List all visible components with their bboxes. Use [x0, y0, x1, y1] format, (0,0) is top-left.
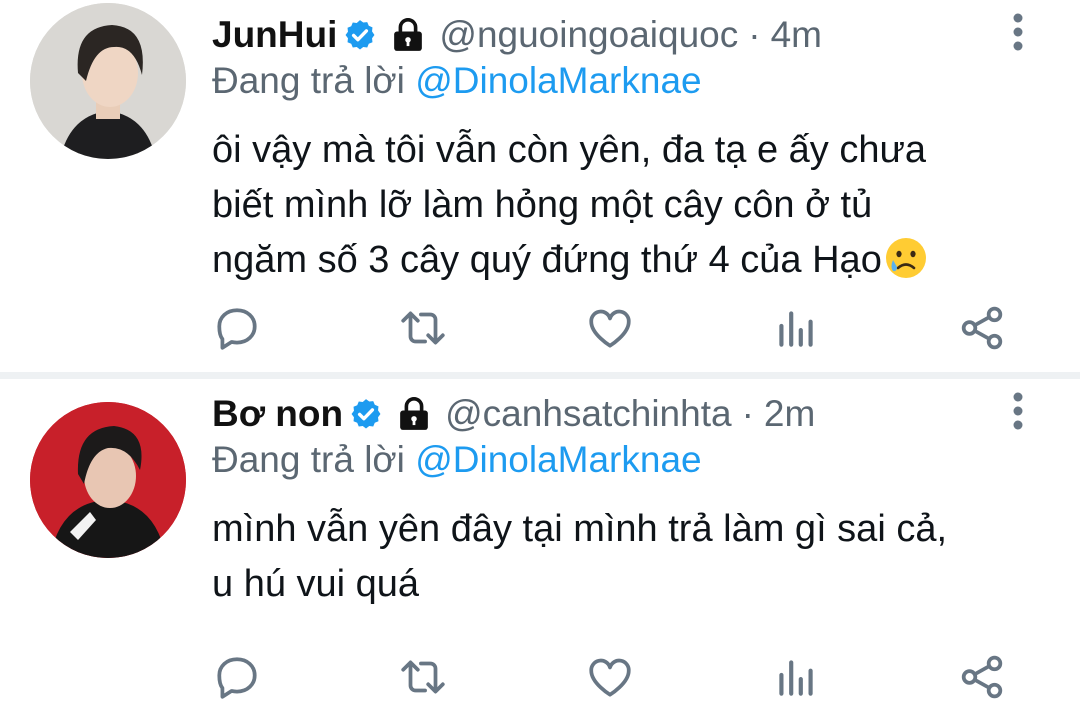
tweet-text: ôi vậy mà tôi vẫn còn yên, đa tạ e ấy ch…	[212, 123, 1032, 288]
share-button[interactable]	[957, 303, 1007, 353]
like-button[interactable]	[585, 652, 635, 702]
timestamp[interactable]: 4m	[771, 14, 822, 56]
like-button[interactable]	[585, 303, 635, 353]
stats-icon	[779, 660, 813, 696]
handle[interactable]: @canhsatchinhta	[445, 393, 731, 435]
reply-context: Đang trả lời @DinolaMarknae	[212, 60, 702, 102]
tweet-actions	[0, 303, 1080, 353]
tweet-actions	[0, 652, 1080, 702]
tweet-header: Bơ non @canhsatchinhta · 2m	[212, 389, 815, 439]
display-name[interactable]: JunHui	[212, 14, 337, 56]
retweet-button[interactable]	[398, 303, 448, 353]
tweet[interactable]: JunHui @nguoingoaiquoc · 4m Đang trả lời…	[0, 0, 1080, 372]
more-icon[interactable]	[1006, 391, 1030, 431]
like-icon	[589, 309, 631, 348]
reply-icon	[217, 657, 257, 699]
lock-icon	[394, 18, 423, 51]
tweet-text-line: ngăm số 3 cây quý đứng thứ 4 của Hạo	[212, 233, 1032, 288]
reply-icon	[217, 308, 257, 350]
avatar-image	[30, 3, 186, 159]
avatar[interactable]	[30, 402, 186, 558]
avatar[interactable]	[30, 3, 186, 159]
retweet-button[interactable]	[398, 652, 448, 702]
crying-face-emoji-icon	[885, 238, 926, 278]
tweet-header: JunHui @nguoingoaiquoc · 4m	[212, 10, 822, 60]
tweet[interactable]: Bơ non @canhsatchinhta · 2m Đang trả lời…	[0, 379, 1080, 708]
tweet-text-line: ôi vậy mà tôi vẫn còn yên, đa tạ e ấy ch…	[212, 129, 927, 171]
tweet-divider	[0, 372, 1080, 379]
timestamp[interactable]: 2m	[764, 393, 815, 435]
share-icon	[961, 655, 1003, 699]
reply-prefix: Đang trả lời	[212, 439, 416, 480]
tweet-text: mình vẫn yên đây tại mình trả làm gì sai…	[212, 502, 1032, 612]
analytics-button[interactable]	[771, 652, 821, 702]
stats-icon	[779, 311, 813, 347]
reply-button[interactable]	[212, 652, 262, 702]
tweet-text-line: u hú vui quá	[212, 563, 420, 605]
reply-mention[interactable]: @DinolaMarknae	[415, 439, 701, 480]
more-icon[interactable]	[1006, 12, 1030, 52]
separator: ·	[748, 14, 761, 55]
reply-context: Đang trả lời @DinolaMarknae	[212, 439, 702, 481]
lock-icon	[400, 397, 428, 430]
share-button[interactable]	[957, 652, 1007, 702]
tweet-text-line: biết mình lỡ làm hỏng một cây côn ở tủ	[212, 184, 873, 226]
retweet-icon	[401, 311, 445, 345]
reply-prefix: Đang trả lời	[212, 60, 416, 101]
tweet-text-segment: ngăm số 3 cây quý đứng thứ 4 của Hạo	[212, 239, 882, 281]
avatar-image	[30, 402, 186, 558]
analytics-button[interactable]	[771, 303, 821, 353]
like-icon	[589, 658, 631, 697]
tweet-text-line: mình vẫn yên đây tại mình trả làm gì sai…	[212, 508, 948, 550]
display-name[interactable]: Bơ non	[212, 393, 343, 435]
handle[interactable]: @nguoingoaiquoc	[439, 14, 738, 56]
verified-badge-icon	[345, 20, 375, 50]
reply-button[interactable]	[212, 303, 262, 353]
verified-badge-icon	[351, 399, 381, 429]
separator: ·	[741, 393, 754, 434]
retweet-icon	[401, 660, 445, 694]
reply-mention[interactable]: @DinolaMarknae	[415, 60, 701, 101]
share-icon	[961, 306, 1003, 350]
